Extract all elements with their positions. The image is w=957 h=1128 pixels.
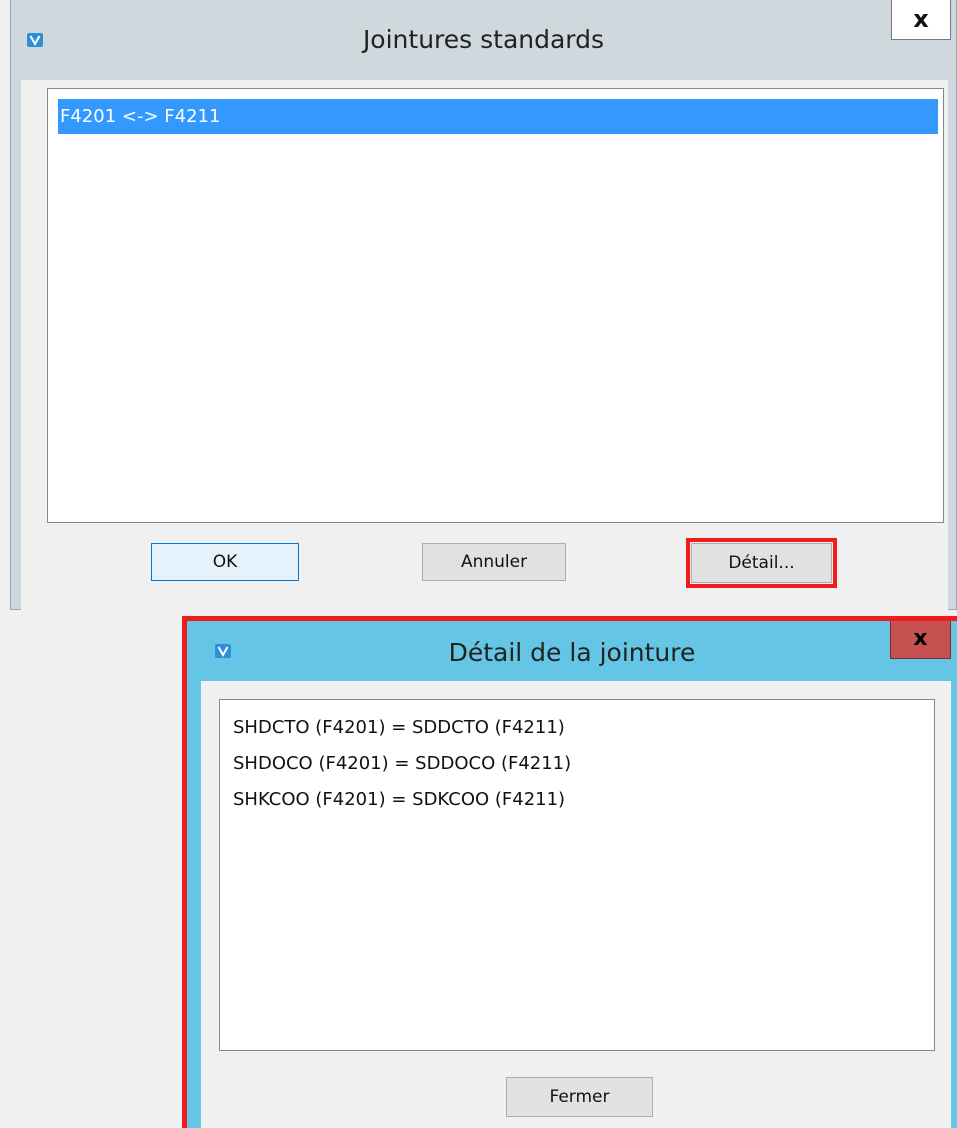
list-item-selected[interactable]: F4201 <-> F4211 (58, 99, 938, 134)
ok-button[interactable]: OK (151, 543, 299, 581)
close-icon[interactable]: x (891, 0, 951, 40)
window-client-area: F4201 <-> F4211 OK Annuler Détail... (21, 80, 948, 610)
list-item[interactable]: SHDOCO (F4201) = SDDOCO (F4211) (220, 746, 934, 782)
join-detail-window: Détail de la jointure x SHDCTO (F4201) =… (187, 621, 957, 1128)
window-title: Détail de la jointure (448, 638, 696, 667)
list-item[interactable]: SHKCOO (F4201) = SDKCOO (F4211) (220, 782, 934, 818)
detail-button[interactable]: Détail... (691, 543, 832, 583)
join-conditions-list[interactable]: SHDCTO (F4201) = SDDCTO (F4211) SHDOCO (… (219, 699, 935, 1051)
window-title: Jointures standards (362, 25, 605, 54)
close-icon[interactable]: x (890, 621, 951, 659)
standard-joins-window: Jointures standards x F4201 <-> F4211 OK… (10, 0, 957, 610)
list-item[interactable]: SHDCTO (F4201) = SDDCTO (F4211) (220, 710, 934, 746)
window-client-area: SHDCTO (F4201) = SDDCTO (F4211) SHDOCO (… (201, 681, 951, 1128)
close-button[interactable]: Fermer (506, 1077, 653, 1117)
cancel-button[interactable]: Annuler (422, 543, 566, 581)
joins-list[interactable]: F4201 <-> F4211 (47, 88, 944, 523)
